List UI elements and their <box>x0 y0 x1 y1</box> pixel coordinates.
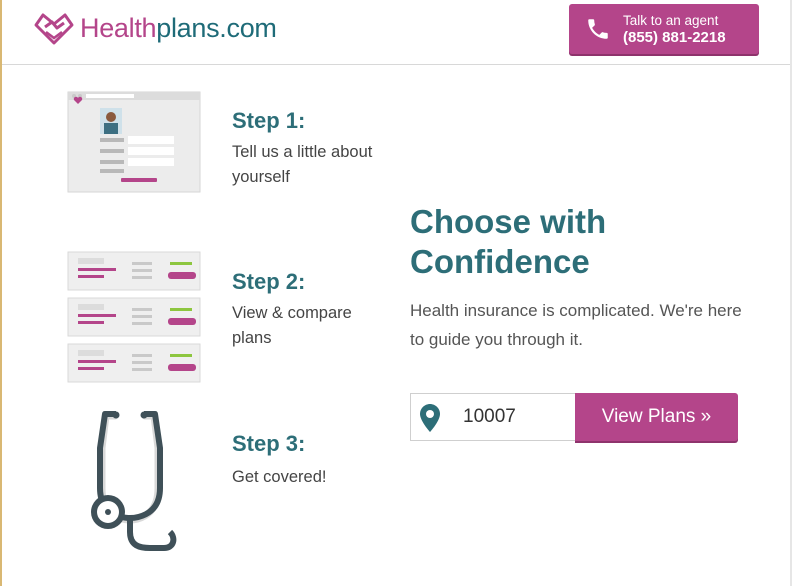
agent-phone-number: (855) 881-2218 <box>623 29 726 46</box>
step-1-description: Tell us a little about yourself <box>232 143 373 186</box>
talk-to-agent-button[interactable]: Talk to an agent (855) 881-2218 <box>569 4 759 54</box>
page-border-left <box>0 0 2 586</box>
hero-subtext: Health insurance is complicated. We're h… <box>410 301 742 349</box>
hero-headline: Choose with Confidence <box>410 203 607 280</box>
heart-logo-icon <box>34 13 74 45</box>
step-2-description: View & compare plans <box>232 304 352 347</box>
location-pin-icon <box>420 404 440 432</box>
compare-plans-illustration <box>67 251 201 383</box>
view-plans-button[interactable]: View Plans » <box>575 393 738 441</box>
step-2-title: Step 2: <box>232 269 306 294</box>
logo-text: Healthplans.com <box>80 13 277 44</box>
logo-domain-text: plans.com <box>156 12 277 43</box>
profile-form-illustration <box>67 91 201 193</box>
step-3-title: Step 3: <box>232 431 306 456</box>
phone-icon <box>588 19 608 39</box>
site-logo[interactable]: Healthplans.com <box>32 10 277 46</box>
stethoscope-icon <box>91 411 177 551</box>
logo-brand-text: Health <box>80 12 157 43</box>
zip-code-input[interactable] <box>463 404 568 430</box>
zip-code-field[interactable] <box>410 393 575 441</box>
step-3-description: Get covered! <box>232 468 327 486</box>
agent-label: Talk to an agent <box>623 13 719 28</box>
site-header: Healthplans.com Talk to an agent (855) 8… <box>2 0 790 65</box>
step-1-title: Step 1: <box>232 108 306 133</box>
